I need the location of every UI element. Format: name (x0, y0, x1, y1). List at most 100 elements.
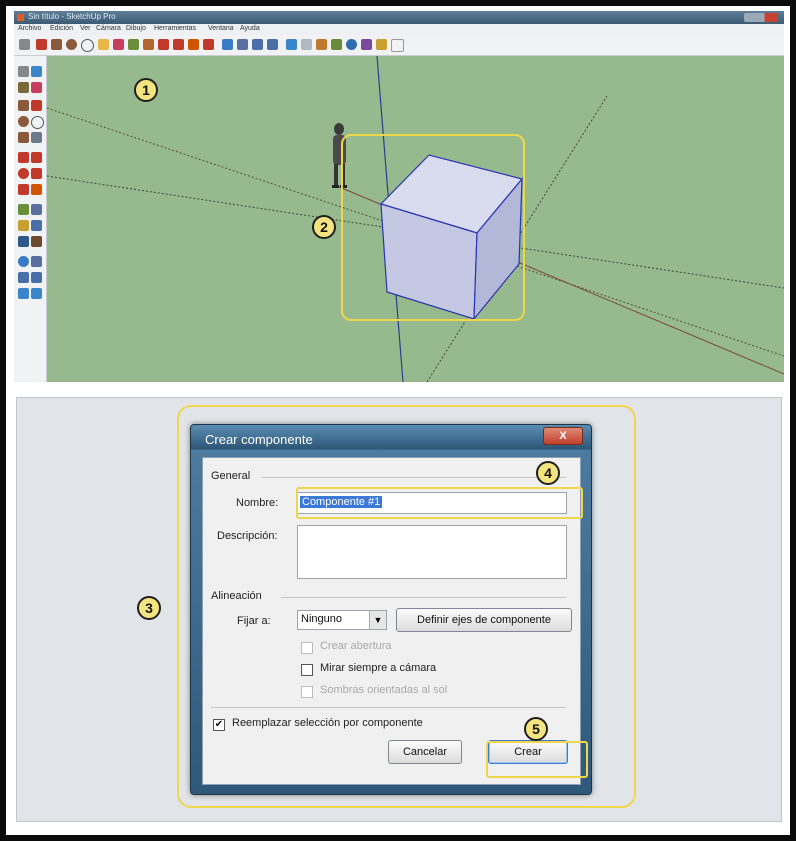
menu-ver[interactable]: Ver (80, 25, 91, 32)
zoom-window-icon[interactable] (31, 272, 42, 283)
main-toolbar (14, 35, 784, 56)
arc-tool-icon[interactable] (81, 39, 94, 52)
get-models-icon[interactable] (286, 39, 297, 50)
window-title: Sin título - SketchUp Pro (28, 12, 116, 21)
replace-selection-label: Reemplazar selección por componente (232, 717, 423, 729)
menu-camara[interactable]: Cámara (96, 25, 121, 32)
rectangle-icon[interactable] (18, 100, 29, 111)
rectangle-tool-icon[interactable] (51, 39, 62, 50)
replace-selection-checkbox[interactable]: ✔ (213, 719, 225, 731)
fix-to-label: Fijar a: (237, 615, 271, 627)
text-icon[interactable] (31, 220, 42, 231)
line-icon[interactable] (31, 100, 42, 111)
shadows-label: Sombras orientadas al sol (320, 684, 448, 696)
zoom-icon[interactable] (18, 272, 29, 283)
cut-opening-checkbox[interactable] (301, 642, 313, 654)
eraser-icon-2[interactable] (31, 82, 42, 93)
menu-herramientas[interactable]: Herramientas (154, 25, 196, 32)
orbit-icon[interactable] (18, 256, 29, 267)
name-label: Nombre: (236, 497, 279, 509)
cube-highlight (341, 134, 525, 321)
push-pull-icon-2[interactable] (31, 152, 42, 163)
fix-to-value: Ninguno (301, 613, 342, 625)
extension-icon[interactable] (376, 39, 387, 50)
callout-2: 2 (312, 215, 336, 239)
pan-icon[interactable] (31, 256, 42, 267)
menu-dibujo[interactable]: Dibujo (126, 25, 146, 32)
cancel-button[interactable]: Cancelar (388, 740, 462, 764)
component-icon[interactable] (31, 66, 42, 77)
select-tool-icon[interactable] (19, 39, 30, 50)
protractor-icon[interactable] (18, 220, 29, 231)
menu-edicion[interactable]: Edición (50, 25, 73, 32)
follow-me-icon-2[interactable] (31, 168, 42, 179)
app-icon (17, 14, 24, 21)
scale-icon[interactable] (18, 184, 29, 195)
section-plane-icon[interactable] (361, 39, 372, 50)
orbit-tool-icon[interactable] (222, 39, 233, 50)
general-section-label: General (211, 470, 251, 482)
circle-tool-icon[interactable] (66, 39, 77, 50)
cut-opening-label: Crear abertura (320, 640, 392, 652)
name-field-highlight (296, 487, 583, 519)
help-icon[interactable] (391, 39, 404, 52)
polygon-icon[interactable] (18, 132, 29, 143)
arc-icon[interactable] (31, 116, 44, 129)
rotate-tool-icon[interactable] (173, 39, 184, 50)
paint-bucket-icon[interactable] (128, 39, 139, 50)
walk-tool-icon[interactable] (316, 39, 327, 50)
position-camera-icon[interactable] (331, 39, 342, 50)
menu-ayuda[interactable]: Ayuda (240, 25, 260, 32)
share-model-icon[interactable] (301, 39, 312, 50)
create-button-highlight (486, 741, 588, 778)
dimension-icon[interactable] (31, 204, 42, 215)
face-camera-checkbox[interactable] (301, 664, 313, 676)
previous-view-icon[interactable] (18, 288, 29, 299)
callout-5: 5 (524, 717, 548, 741)
menu-archivo[interactable]: Archivo (18, 25, 41, 32)
pan-tool-icon[interactable] (237, 39, 248, 50)
bottom-separator (211, 707, 566, 708)
general-separator (261, 477, 566, 478)
fix-to-select[interactable]: Ninguno ▼ (297, 610, 387, 630)
tool-palette (14, 56, 47, 382)
move-icon[interactable] (18, 152, 29, 163)
close-button[interactable]: X (543, 427, 583, 445)
pencil-tool-icon[interactable] (36, 39, 47, 50)
next-view-icon[interactable] (31, 288, 42, 299)
select-icon[interactable] (18, 66, 29, 77)
make-component-icon[interactable] (98, 39, 109, 50)
paint-icon[interactable] (18, 82, 29, 93)
3d-text-icon[interactable] (31, 236, 42, 247)
callout-3: 3 (137, 596, 161, 620)
window-buttons[interactable] (744, 13, 778, 22)
move-tool-icon[interactable] (158, 39, 169, 50)
look-around-icon[interactable] (346, 39, 357, 50)
alignment-section-label: Alineación (211, 590, 262, 602)
follow-me-icon[interactable] (188, 39, 199, 50)
alignment-separator (281, 597, 566, 598)
zoom-tool-icon[interactable] (252, 39, 263, 50)
define-axes-button[interactable]: Definir ejes de componente (396, 608, 572, 632)
shadows-checkbox[interactable] (301, 686, 313, 698)
eraser-icon[interactable] (113, 39, 124, 50)
chevron-down-icon[interactable]: ▼ (369, 611, 386, 629)
freehand-icon[interactable] (31, 132, 42, 143)
push-pull-icon[interactable] (143, 39, 154, 50)
callout-4: 4 (536, 461, 560, 485)
circle-icon[interactable] (18, 116, 29, 127)
offset-tool-icon[interactable] (203, 39, 214, 50)
menu-bar: Archivo Edición Ver Cámara Dibujo Herram… (14, 24, 784, 35)
title-bar: Sin título - SketchUp Pro (14, 11, 784, 24)
axes-icon[interactable] (18, 236, 29, 247)
offset-icon[interactable] (31, 184, 42, 195)
tape-measure-icon[interactable] (18, 204, 29, 215)
callout-1: 1 (134, 78, 158, 102)
description-field[interactable] (297, 525, 567, 579)
menu-ventana[interactable]: Ventana (208, 25, 234, 32)
zoom-extents-icon[interactable] (267, 39, 278, 50)
dialog-title: Crear componente (205, 432, 313, 447)
description-label: Descripción: (217, 530, 278, 542)
rotate-icon[interactable] (18, 168, 29, 179)
face-camera-label: Mirar siempre a cámara (320, 662, 437, 674)
